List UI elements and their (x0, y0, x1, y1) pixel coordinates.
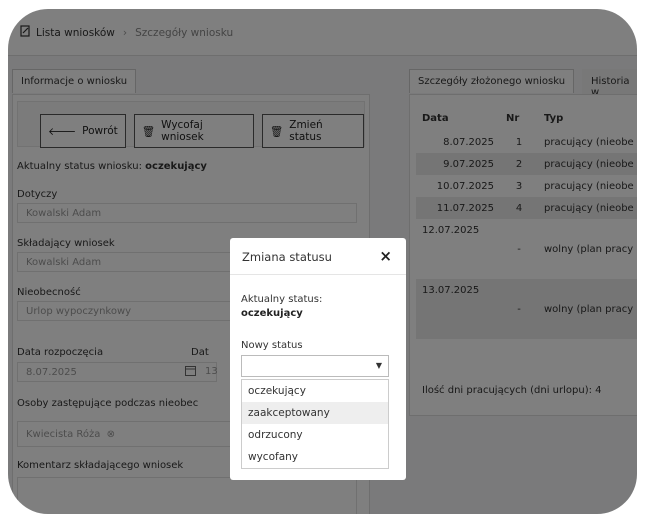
status-option-odrzucony[interactable]: odrzucony (242, 424, 388, 446)
modal-current-value: oczekujący (241, 308, 303, 319)
app-frame: Lista wniosków › Szczegóły wniosku Infor… (8, 9, 637, 514)
modal-current-label: Aktualny status: (241, 294, 323, 305)
new-status-select[interactable]: ▼ (241, 355, 389, 377)
modal-header: Zmiana statusu × (230, 238, 406, 275)
chevron-down-icon: ▼ (375, 361, 382, 370)
status-option-wycofany[interactable]: wycofany (242, 446, 388, 468)
modal-title: Zmiana statusu (242, 250, 332, 264)
close-icon[interactable]: × (379, 247, 392, 265)
status-modal: Zmiana statusu × Aktualny status: oczeku… (230, 238, 406, 480)
status-option-zaakceptowany[interactable]: zaakceptowany (242, 402, 388, 424)
status-option-oczekujacy[interactable]: oczekujący (242, 380, 388, 402)
status-dropdown-list: oczekujący zaakceptowany odrzucony wycof… (241, 379, 389, 469)
modal-new-label: Nowy status (241, 340, 303, 351)
